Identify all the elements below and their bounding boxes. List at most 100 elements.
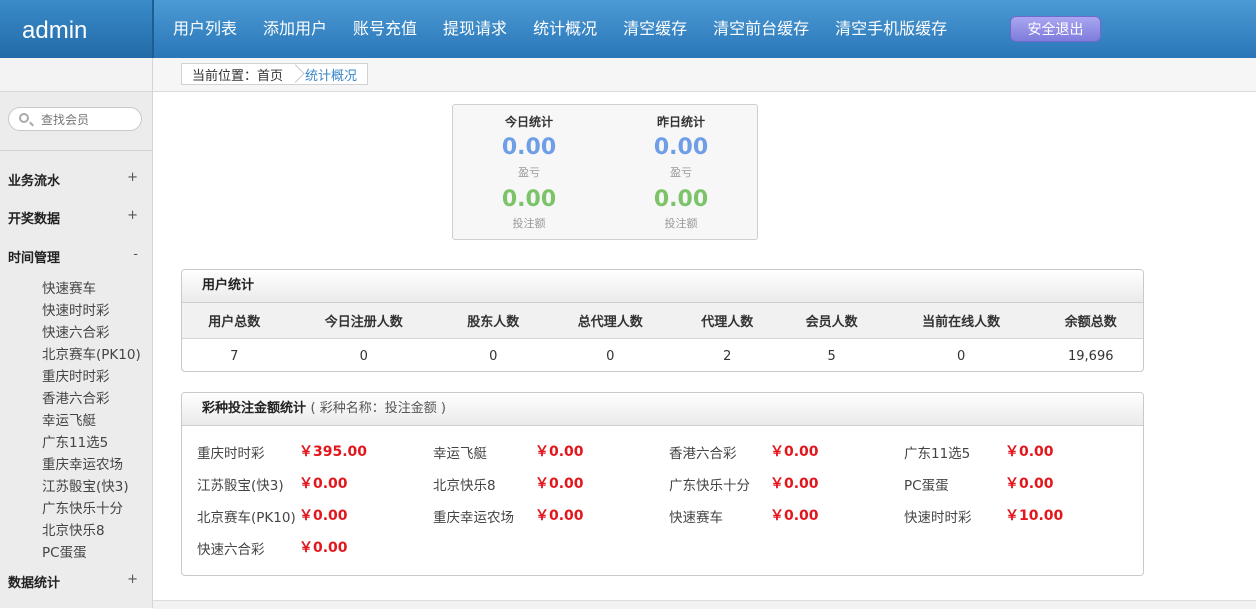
sidebar-top-bar xyxy=(0,58,152,92)
expand-icon[interactable]: + xyxy=(127,170,138,189)
col-shareholders: 股东人数 xyxy=(441,303,546,339)
bet-name: 快速时时彩 xyxy=(904,510,972,526)
section-label: 时间管理 xyxy=(8,251,61,266)
bet-stats-title: 彩种投注金额统计 xyxy=(202,401,307,416)
cell-agents: 2 xyxy=(723,349,732,364)
bet-amount: ￥0.00 xyxy=(770,508,819,524)
bet-amount: ￥0.00 xyxy=(299,540,348,556)
yesterday-profit-label: 盈亏 xyxy=(670,166,692,179)
today-bet-label: 投注额 xyxy=(512,217,546,230)
today-profit-label: 盈亏 xyxy=(518,166,540,179)
bet-stats-subtitle: ( 彩种名称：投注金额 ) xyxy=(310,401,446,416)
bet-amount: ￥0.00 xyxy=(770,444,819,460)
sidebar-item-guangdong-happy-ten[interactable]: 广东快乐十分 xyxy=(42,497,123,517)
profit-stats-box: 今日统计 0.00 盈亏 0.00 投注额 昨日统计 0.00 盈亏 0.00 … xyxy=(452,104,758,240)
bet-name: 幸运飞艇 xyxy=(433,446,487,462)
cell-balance-total: 19,696 xyxy=(1068,349,1114,364)
yesterday-bet-value: 0.00 xyxy=(653,187,709,212)
sidebar-item-beijing-keno8[interactable]: 北京快乐8 xyxy=(42,519,105,539)
today-bet-value: 0.00 xyxy=(501,187,557,212)
table-header-row: 用户总数 今日注册人数 股东人数 总代理人数 代理人数 会员人数 当前在线人数 … xyxy=(182,303,1143,339)
nav-clear-frontend-cache[interactable]: 清空前台缓存 xyxy=(713,0,809,58)
member-search[interactable] xyxy=(8,107,142,131)
user-stats-table: 用户总数 今日注册人数 股东人数 总代理人数 代理人数 会员人数 当前在线人数 … xyxy=(182,303,1143,372)
bet-name: 北京快乐8 xyxy=(433,478,496,494)
bet-amount: ￥0.00 xyxy=(535,508,584,524)
bet-amount: ￥10.00 xyxy=(1005,508,1064,524)
sidebar-section-business-flow[interactable]: 业务流水 + xyxy=(8,170,138,189)
nav-clear-mobile-cache[interactable]: 清空手机版缓存 xyxy=(835,0,947,58)
col-online-now: 当前在线人数 xyxy=(883,303,1039,339)
nav-add-user[interactable]: 添加用户 xyxy=(263,0,327,58)
bet-amount: ￥0.00 xyxy=(299,508,348,524)
sidebar-item-pc-egg[interactable]: PC蛋蛋 xyxy=(42,541,87,561)
bet-name: 北京赛车(PK10) xyxy=(197,510,296,526)
sidebar-section-data-statistics[interactable]: 数据统计 + xyxy=(8,572,138,591)
today-stats-title: 今日统计 xyxy=(504,115,553,129)
bet-amount: ￥0.00 xyxy=(1005,444,1054,460)
table-row: 7 0 0 0 2 5 0 19,696 xyxy=(182,339,1143,372)
sidebar-item-chongqing-lucky-farm[interactable]: 重庆幸运农场 xyxy=(42,453,123,473)
sidebar-item-beijing-pk10[interactable]: 北京赛车(PK10) xyxy=(42,343,141,363)
bet-stats-header: 彩种投注金额统计 ( 彩种名称：投注金额 ) xyxy=(182,393,1143,426)
sidebar-item-hongkong-mark-six[interactable]: 香港六合彩 xyxy=(42,387,110,407)
bet-stats-panel: 彩种投注金额统计 ( 彩种名称：投注金额 ) 重庆时时彩 ￥395.00 幸运飞… xyxy=(181,392,1144,576)
sidebar-item-chongqing-ssc[interactable]: 重庆时时彩 xyxy=(42,365,110,385)
col-general-agents: 总代理人数 xyxy=(545,303,676,339)
cell-shareholders: 0 xyxy=(489,349,498,364)
bet-name: 快速六合彩 xyxy=(197,542,265,558)
yesterday-bet-label: 投注额 xyxy=(664,217,698,230)
today-profit-value: 0.00 xyxy=(501,135,557,160)
sidebar-item-fast-ssc[interactable]: 快速时时彩 xyxy=(42,299,110,319)
cell-members: 5 xyxy=(827,349,836,364)
yesterday-stats-title: 昨日统计 xyxy=(656,115,705,129)
nav-user-list[interactable]: 用户列表 xyxy=(173,0,237,58)
breadcrumb-bar: 当前位置：首页 统计概况 xyxy=(153,58,1256,92)
member-search-input[interactable] xyxy=(39,110,139,130)
bet-name: 广东11选5 xyxy=(904,446,971,462)
logo-divider xyxy=(152,0,154,58)
logout-button[interactable]: 安全退出 xyxy=(1010,16,1101,42)
bet-name: 重庆时时彩 xyxy=(197,446,265,462)
sidebar-section-time-management[interactable]: 时间管理 - xyxy=(8,247,138,266)
cell-today-registered: 0 xyxy=(359,349,368,364)
bet-name: 快速赛车 xyxy=(669,510,723,526)
bet-amount: ￥0.00 xyxy=(535,444,584,460)
cell-total-users: 7 xyxy=(230,349,239,364)
col-total-users: 用户总数 xyxy=(182,303,287,339)
bet-amount: ￥0.00 xyxy=(299,476,348,492)
section-label: 开奖数据 xyxy=(8,212,61,227)
cell-general-agents: 0 xyxy=(606,349,615,364)
bet-name: 广东快乐十分 xyxy=(669,478,750,494)
bet-name: 香港六合彩 xyxy=(669,446,737,462)
sidebar-section-lottery-results[interactable]: 开奖数据 + xyxy=(8,208,138,227)
nav-clear-cache[interactable]: 清空缓存 xyxy=(623,0,687,58)
bet-name: PC蛋蛋 xyxy=(904,478,949,494)
bet-amount: ￥0.00 xyxy=(1005,476,1054,492)
bet-stats-grid: 重庆时时彩 ￥395.00 幸运飞艇 ￥0.00 香港六合彩 ￥0.00 广东1… xyxy=(182,426,1143,572)
cell-online-now: 0 xyxy=(957,349,966,364)
breadcrumb-current: 统计概况 xyxy=(305,68,358,84)
section-label: 数据统计 xyxy=(8,576,61,591)
nav-withdraw-requests[interactable]: 提现请求 xyxy=(443,0,507,58)
collapse-icon[interactable]: - xyxy=(133,247,138,266)
breadcrumb-home[interactable]: 当前位置：首页 xyxy=(192,65,283,84)
nav-recharge[interactable]: 账号充值 xyxy=(353,0,417,58)
sidebar-item-fast-mark-six[interactable]: 快速六合彩 xyxy=(42,321,110,341)
expand-icon[interactable]: + xyxy=(127,208,138,227)
sidebar-item-lucky-airship[interactable]: 幸运飞艇 xyxy=(42,409,96,429)
top-header: admin 用户列表 添加用户 账号充值 提现请求 统计概况 清空缓存 清空前台… xyxy=(0,0,1256,58)
sidebar-item-jiangsu-k3[interactable]: 江苏骰宝(快3) xyxy=(42,475,129,495)
yesterday-profit-value: 0.00 xyxy=(653,135,709,160)
col-members: 会员人数 xyxy=(779,303,884,339)
breadcrumb: 当前位置：首页 统计概况 xyxy=(181,63,369,85)
user-stats-panel: 用户统计 用户总数 今日注册人数 股东人数 总代理人数 代理人数 会员人数 当前… xyxy=(181,269,1144,372)
sidebar-item-fast-racing[interactable]: 快速赛车 xyxy=(42,277,96,297)
section-label: 业务流水 xyxy=(8,174,61,189)
nav-statistics-overview[interactable]: 统计概况 xyxy=(533,0,597,58)
sidebar-item-guangdong-11x5[interactable]: 广东11选5 xyxy=(42,431,108,451)
col-agents: 代理人数 xyxy=(675,303,780,339)
expand-icon[interactable]: + xyxy=(127,572,138,591)
top-nav: 用户列表 添加用户 账号充值 提现请求 统计概况 清空缓存 清空前台缓存 清空手… xyxy=(160,0,960,58)
bet-amount: ￥0.00 xyxy=(770,476,819,492)
